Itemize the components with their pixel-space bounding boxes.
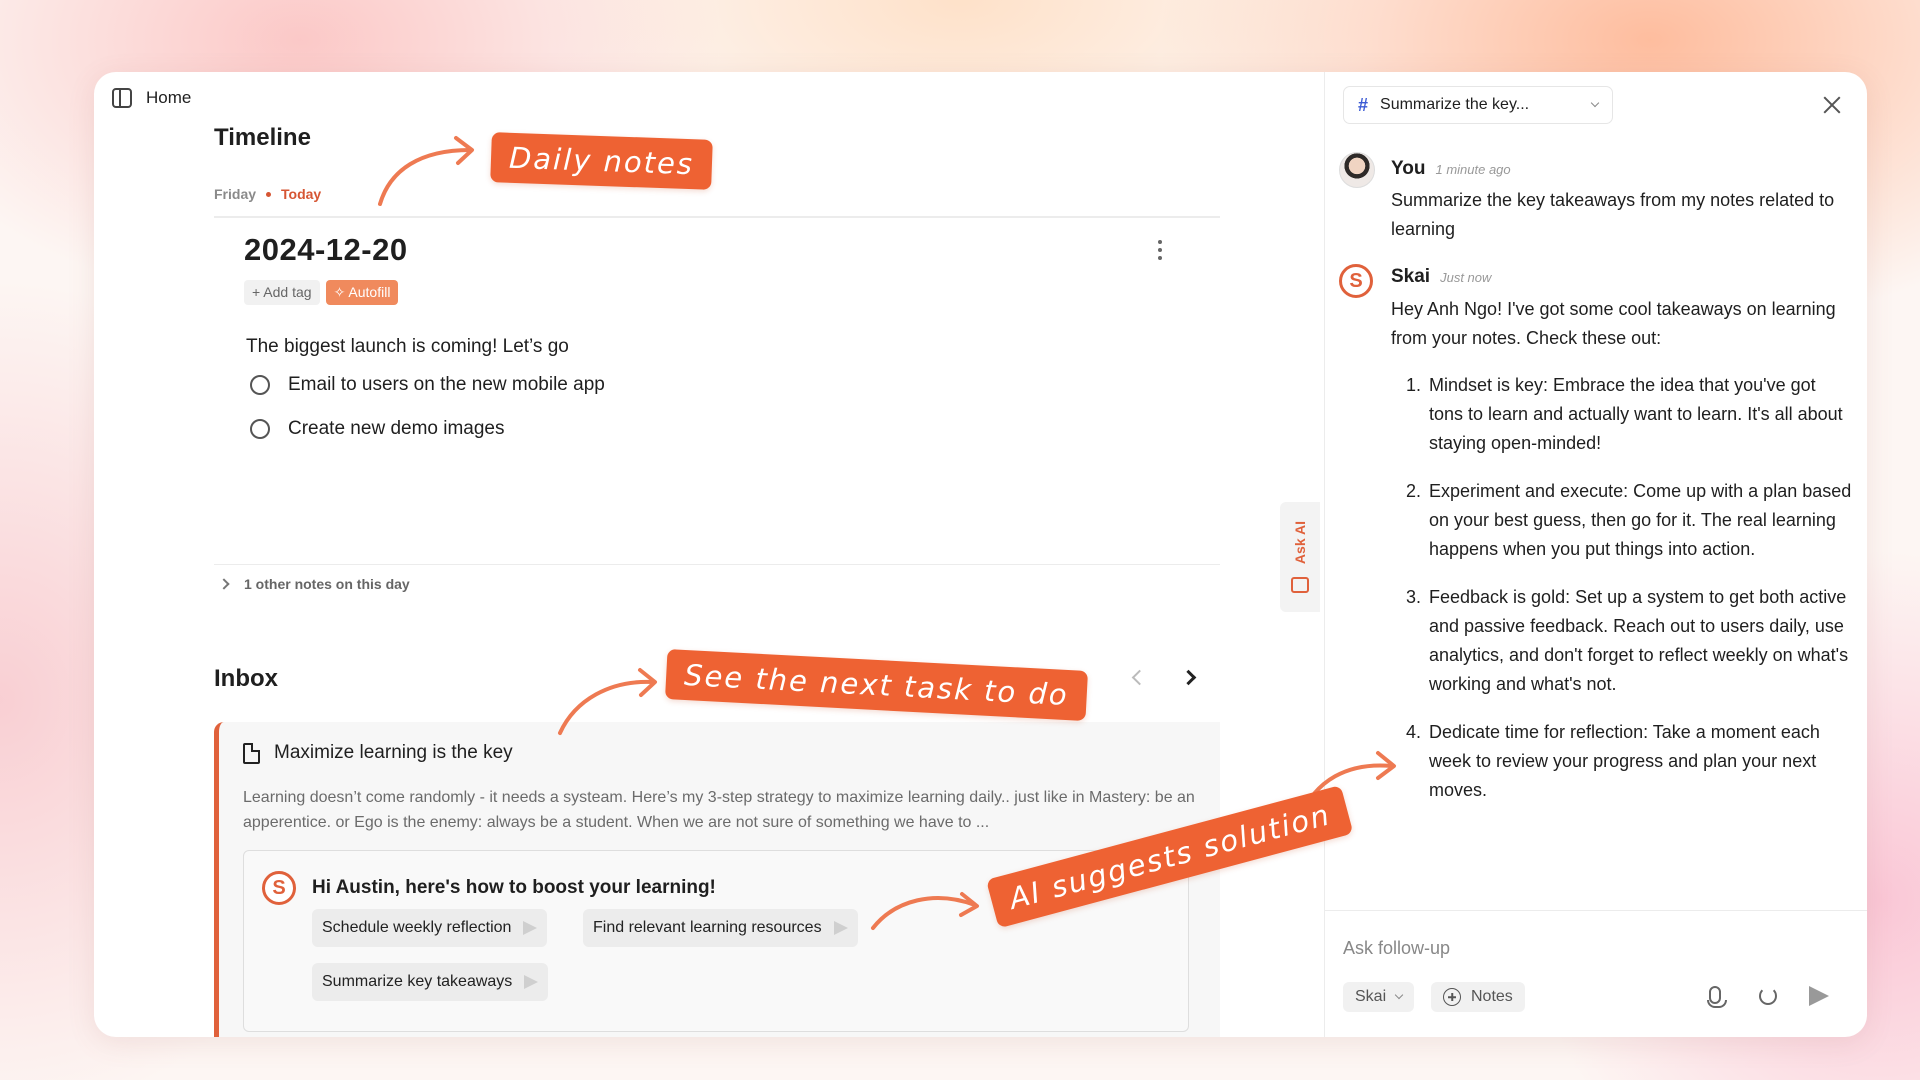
document-icon xyxy=(243,742,260,764)
sidebar-toggle-icon[interactable] xyxy=(112,88,132,108)
todo-item[interactable]: Email to users on the new mobile app xyxy=(250,374,605,396)
takeaway-text: Experiment and execute: Come up with a p… xyxy=(1429,481,1852,559)
follow-up-input[interactable]: Ask follow-up xyxy=(1343,938,1450,959)
todo-item[interactable]: Create new demo images xyxy=(250,418,505,440)
add-tag-button[interactable]: + Add tag xyxy=(244,280,320,305)
chevron-down-icon xyxy=(1590,98,1600,108)
close-icon[interactable] xyxy=(1821,94,1843,116)
suggestion-chip[interactable]: Find relevant learning resources xyxy=(583,909,858,947)
separator-dot xyxy=(266,191,272,197)
timeline-title: Timeline xyxy=(214,124,311,151)
user-message-header: You 1 minute ago xyxy=(1391,158,1511,180)
card-excerpt: Learning doesn’t come randomly - it need… xyxy=(243,789,1195,831)
list-item: 2. Experiment and execute: Come up with a… xyxy=(1391,477,1853,564)
chevron-right-icon[interactable] xyxy=(1180,669,1197,686)
card-header: Maximize learning is the key xyxy=(243,742,513,764)
skai-logo-icon: S xyxy=(262,871,296,905)
tag-row: + Add tag ✧ Autofill xyxy=(244,280,399,305)
model-label: Skai xyxy=(1355,988,1387,1005)
todo-checkbox[interactable] xyxy=(250,375,270,395)
user-name: You xyxy=(1391,158,1426,179)
user-message-time: 1 minute ago xyxy=(1435,162,1511,177)
other-notes-toggle[interactable]: 1 other notes on this day xyxy=(218,576,410,592)
send-icon[interactable] xyxy=(1809,986,1829,1006)
app-window: Home Timeline Friday Today 2024-12-20 + … xyxy=(94,72,1867,1037)
main-pane: Home Timeline Friday Today 2024-12-20 + … xyxy=(94,72,1324,1037)
conversation-title: Summarize the key... xyxy=(1380,96,1530,113)
send-icon xyxy=(524,975,539,989)
ask-ai-tab[interactable]: Ask AI xyxy=(1280,502,1320,612)
autofill-button[interactable]: ✧ Autofill xyxy=(325,280,399,305)
assistant-message-header: Skai Just now xyxy=(1391,266,1491,288)
note-body-text[interactable]: The biggest launch is coming! Let’s go xyxy=(246,336,569,358)
model-select[interactable]: Skai xyxy=(1343,982,1415,1012)
todo-label: Create new demo images xyxy=(288,418,505,439)
send-icon xyxy=(833,921,848,935)
list-item: 3. Feedback is gold: Set up a system to g… xyxy=(1391,583,1853,699)
plus-circle-icon xyxy=(1443,988,1461,1006)
ask-ai-label: Ask AI xyxy=(1292,521,1308,565)
suggestion-label: Schedule weekly reflection xyxy=(322,919,512,936)
suggestion-label: Find relevant learning resources xyxy=(593,919,822,936)
takeaway-list: 1. Mindset is key: Embrace the idea that … xyxy=(1391,371,1853,824)
inbox-pager xyxy=(1131,669,1197,686)
takeaway-text: Dedicate time for reflection: Take a mom… xyxy=(1429,722,1820,800)
takeaway-text: Feedback is gold: Set up a system to get… xyxy=(1429,587,1849,694)
takeaway-text: Mindset is key: Embrace the idea that yo… xyxy=(1429,375,1843,453)
today-label: Today xyxy=(281,186,322,202)
assistant-intro: Hey Anh Ngo! I've got some cool takeaway… xyxy=(1391,299,1836,348)
ai-suggestion-header: S Hi Austin, here's how to boost your le… xyxy=(262,871,716,905)
other-notes-label: 1 other notes on this day xyxy=(244,576,410,592)
day-label: Friday xyxy=(214,186,257,202)
user-avatar xyxy=(1339,152,1375,188)
skai-avatar-icon: S xyxy=(1339,264,1373,298)
suggestion-chip[interactable]: Summarize key takeaways xyxy=(312,963,549,1001)
microphone-icon[interactable] xyxy=(1707,986,1727,1008)
todo-label: Email to users on the new mobile app xyxy=(288,374,605,395)
divider xyxy=(214,564,1220,565)
breadcrumb-home[interactable]: Home xyxy=(146,88,191,108)
user-message: Summarize the key takeaways from my note… xyxy=(1391,190,1835,239)
suggestion-chip[interactable]: Schedule weekly reflection xyxy=(312,909,548,947)
assistant-name: Skai xyxy=(1391,266,1431,287)
more-options-icon[interactable] xyxy=(1150,238,1170,262)
chat-panel: # Summarize the key... You 1 minute ago … xyxy=(1324,72,1867,1037)
callout-daily-notes: Daily notes xyxy=(490,132,713,190)
send-icon xyxy=(523,921,538,935)
list-item: 4. Dedicate time for reflection: Take a m… xyxy=(1391,718,1853,805)
conversation-select[interactable]: # Summarize the key... xyxy=(1343,86,1613,124)
chevron-right-icon xyxy=(218,578,230,590)
date-row: Friday Today xyxy=(214,186,321,202)
notes-label: Notes xyxy=(1471,988,1513,1005)
ai-greeting: Hi Austin, here's how to boost your lear… xyxy=(312,877,716,898)
card-title[interactable]: Maximize learning is the key xyxy=(274,742,513,764)
suggestion-label: Summarize key takeaways xyxy=(322,973,513,990)
chevron-down-icon xyxy=(1394,990,1404,1000)
note-date-title[interactable]: 2024-12-20 xyxy=(244,232,408,268)
chevron-left-icon[interactable] xyxy=(1131,669,1148,686)
refresh-icon[interactable] xyxy=(1759,987,1777,1005)
assistant-message-time: Just now xyxy=(1440,270,1492,285)
topbar: Home xyxy=(112,88,191,108)
chat-bubble-icon xyxy=(1291,576,1309,593)
divider xyxy=(1325,910,1867,911)
list-item: 1. Mindset is key: Embrace the idea that … xyxy=(1391,371,1853,458)
inbox-title: Inbox xyxy=(214,665,278,692)
hash-icon: # xyxy=(1358,94,1369,115)
todo-checkbox[interactable] xyxy=(250,419,270,439)
add-notes-button[interactable]: Notes xyxy=(1431,982,1525,1012)
divider xyxy=(214,216,1220,218)
